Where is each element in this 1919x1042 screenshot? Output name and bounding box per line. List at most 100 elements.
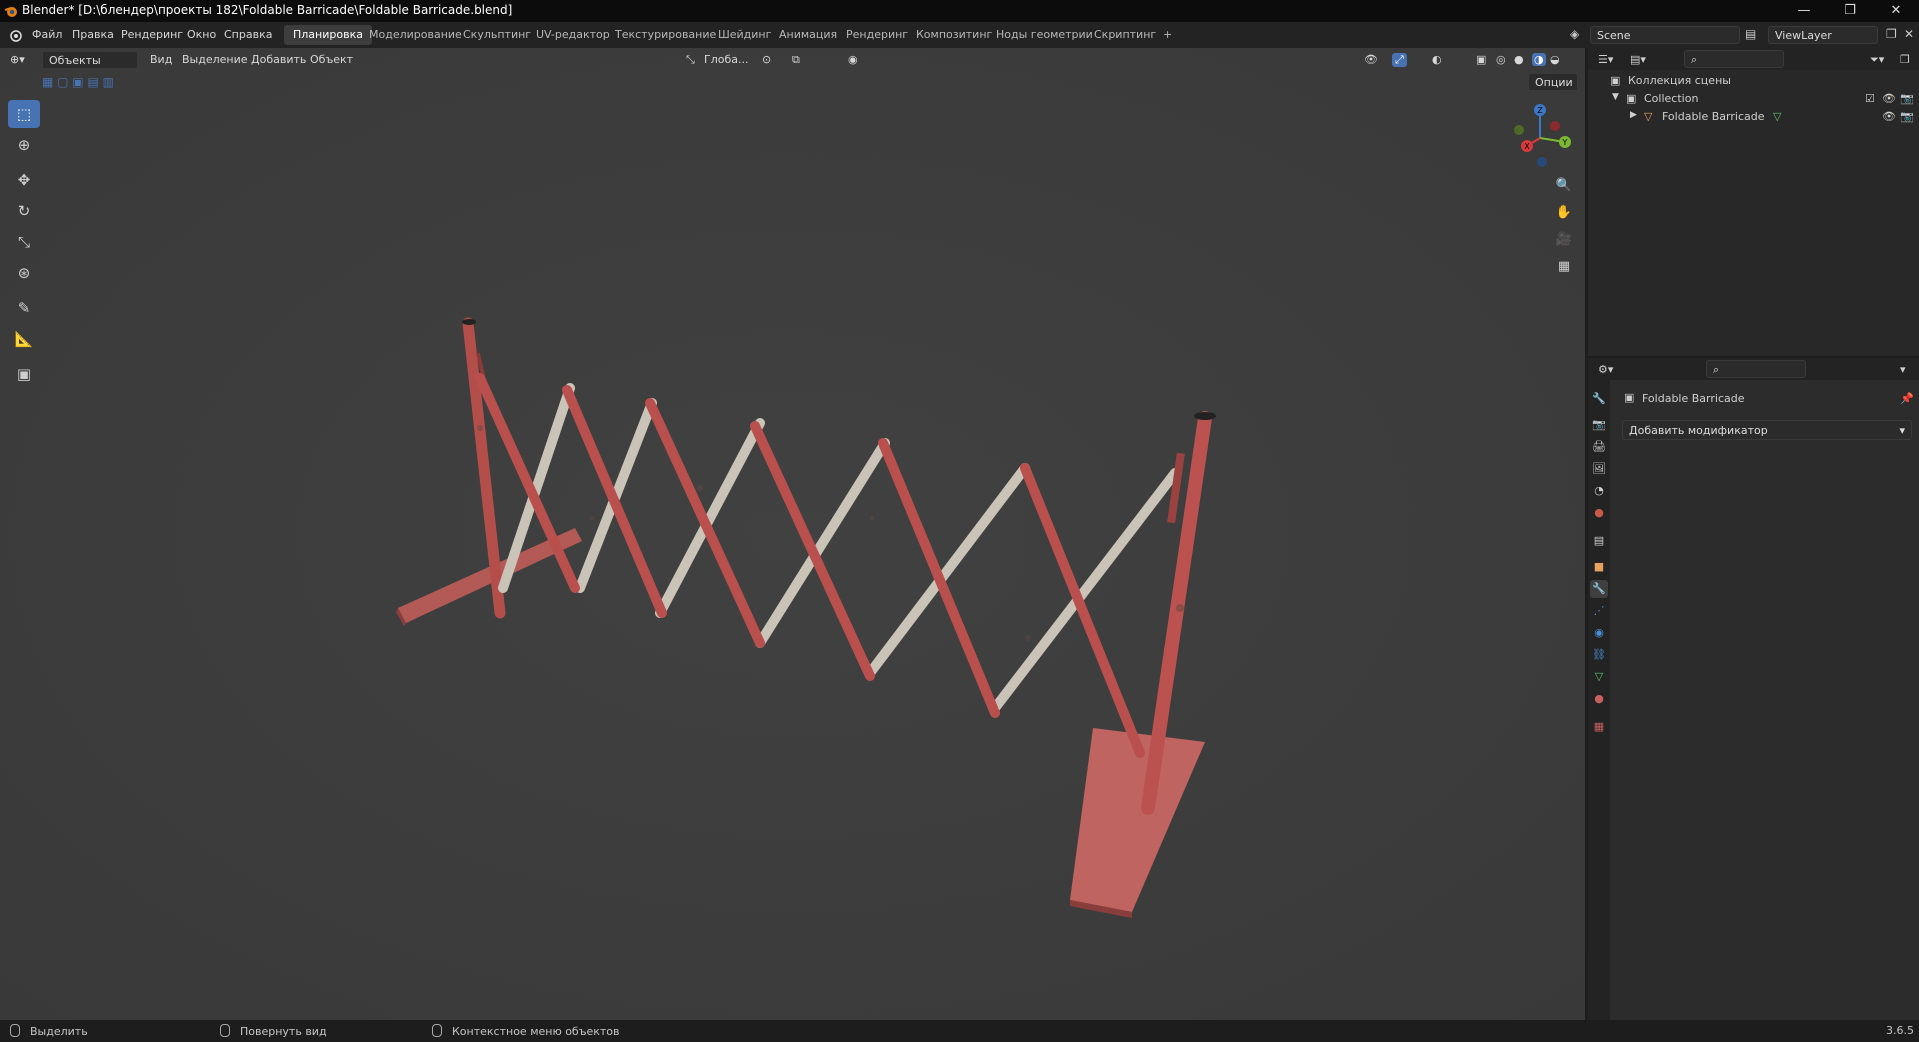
pan-hand-icon[interactable]: ✋ xyxy=(1553,202,1575,224)
menu-view[interactable]: Вид xyxy=(150,53,172,66)
menu-object[interactable]: Объект xyxy=(310,53,353,66)
mesh-object-icon: ▽ xyxy=(1644,110,1653,123)
menu-select[interactable]: Выделение xyxy=(182,53,248,66)
physics-tab-icon[interactable]: ◉ xyxy=(1590,624,1608,642)
cursor-tool-icon[interactable]: ⊕ xyxy=(8,131,40,159)
visibility-eye-icon[interactable]: 👁 xyxy=(1882,92,1896,105)
solid-shading-icon[interactable]: ● xyxy=(1514,53,1524,66)
modifier-tab-icon[interactable]: 🔧 xyxy=(1590,580,1608,598)
properties-tabs: 🔧 📷 🖨 🖼 ◔ ● ▤ ■ 🔧 ⋰ ◉ ⛓ ▽ ● ▦ xyxy=(1588,380,1610,1020)
options-dropdown[interactable]: Опции xyxy=(1528,73,1578,91)
pivot-icon[interactable]: ⊙ xyxy=(762,53,771,66)
tab-animation[interactable]: Анимация xyxy=(770,25,846,45)
material-shading-icon[interactable]: ◑ xyxy=(1532,53,1546,66)
visibility-icon[interactable]: 👁 xyxy=(1364,53,1378,66)
menu-window[interactable]: Окно xyxy=(187,28,216,41)
measure-tool-icon[interactable]: 📐 xyxy=(8,325,40,353)
constraints-tab-icon[interactable]: ⛓ xyxy=(1590,646,1608,664)
middle-mouse-icon xyxy=(220,1024,230,1037)
add-cube-tool-icon[interactable]: ▣ xyxy=(8,360,40,388)
outliner-root-row[interactable]: ▣ Коллекция сцены xyxy=(1588,72,1919,90)
outliner-search[interactable]: ⌕ xyxy=(1684,50,1784,68)
exclude-checkbox-icon[interactable]: ☑ xyxy=(1865,92,1875,105)
wireframe-shading-icon[interactable]: ◎ xyxy=(1496,53,1506,66)
status-bar: Выделить Повернуть вид Контекстное меню … xyxy=(0,1020,1919,1042)
render-camera-icon[interactable]: 📷 xyxy=(1900,92,1914,105)
menu-add[interactable]: Добавить xyxy=(251,53,306,66)
pin-icon[interactable]: 📌 xyxy=(1900,392,1914,405)
gizmo-toggle-icon[interactable]: ⤢ xyxy=(1392,53,1407,67)
menu-render[interactable]: Рендеринг xyxy=(121,28,183,41)
gizmo-neg-z-icon[interactable] xyxy=(1537,157,1547,167)
rotate-tool-icon[interactable]: ↻ xyxy=(8,197,40,225)
gizmo-neg-x-icon[interactable] xyxy=(1550,121,1560,131)
display-mode-icon[interactable]: ▤▾ xyxy=(1630,53,1646,66)
viewlayer-selector[interactable]: ViewLayer xyxy=(1768,26,1878,44)
object-visibility-eye-icon[interactable]: 👁 xyxy=(1882,110,1896,123)
transform-orientation-icon[interactable]: ⤡ xyxy=(686,53,695,67)
blender-menu-icon[interactable] xyxy=(8,28,22,42)
object-render-camera-icon[interactable]: 📷 xyxy=(1900,110,1914,123)
close-button[interactable]: ✕ xyxy=(1873,0,1919,22)
properties-search[interactable]: ⌕ xyxy=(1706,360,1806,378)
3d-viewport[interactable] xyxy=(0,48,1585,1020)
mode-selector[interactable]: Объекты xyxy=(42,51,138,69)
snap-icon[interactable]: ⧉ xyxy=(792,53,800,67)
tab-layout[interactable]: Планировка xyxy=(284,25,372,45)
rendered-shading-icon[interactable]: ◒ xyxy=(1550,53,1560,66)
collection-tab-icon[interactable]: ▤ xyxy=(1590,532,1608,550)
viewlayer-icon[interactable]: ▤ xyxy=(1745,27,1756,41)
material-tab-icon[interactable]: ● xyxy=(1590,690,1608,708)
maximize-button[interactable]: ❐ xyxy=(1827,0,1873,22)
object-tab-icon[interactable]: ■ xyxy=(1590,558,1608,576)
minimize-button[interactable]: — xyxy=(1781,0,1827,22)
gizmo-neg-y-icon[interactable] xyxy=(1514,125,1524,135)
tab-uv-editing[interactable]: UV-редактор xyxy=(527,25,619,45)
scale-tool-icon[interactable]: ⤡ xyxy=(8,228,40,256)
new-collection-icon[interactable]: ❐ xyxy=(1900,53,1910,66)
zoom-icon[interactable]: 🔍 xyxy=(1553,175,1575,197)
transform-orientation[interactable]: Глоба... xyxy=(704,53,748,66)
scene-icon[interactable]: ◈ xyxy=(1570,27,1579,41)
outliner-editor-icon[interactable]: ☰▾ xyxy=(1598,53,1613,66)
outliner-collection-row[interactable]: ▼ ▣ Collection ☑ 👁 📷 xyxy=(1588,90,1919,108)
scene-tab-icon[interactable]: ◔ xyxy=(1590,482,1608,500)
tab-rendering[interactable]: Рендеринг xyxy=(837,25,917,45)
transform-tool-icon[interactable]: ⊛ xyxy=(8,259,40,287)
data-tab-icon[interactable]: ▽ xyxy=(1590,668,1608,686)
select-box-mode-icons[interactable]: ▦ ▢ ▣ ▤ ▥ xyxy=(42,75,114,89)
filter-icon[interactable]: ⏷▾ xyxy=(1870,53,1884,67)
menu-file[interactable]: Файл xyxy=(32,28,62,41)
move-tool-icon[interactable]: ✥ xyxy=(8,166,40,194)
new-viewlayer-icon[interactable]: ❐ xyxy=(1886,27,1897,41)
navigation-gizmo[interactable]: Z Y X xyxy=(1505,100,1575,175)
tool-tab-icon[interactable]: 🔧 xyxy=(1590,390,1608,408)
texture-tab-icon[interactable]: ▦ xyxy=(1590,718,1608,736)
ortho-grid-icon[interactable]: ▦ xyxy=(1553,256,1575,278)
camera-view-icon[interactable]: 🎥 xyxy=(1553,229,1575,251)
outliner-object-row[interactable]: ▶ ▽ Foldable Barricade ▽ 👁 📷 xyxy=(1588,108,1919,126)
properties-options-icon[interactable]: ▾ xyxy=(1900,363,1906,376)
scene-selector[interactable]: Scene xyxy=(1590,26,1740,44)
proportional-edit-icon[interactable]: ◉ xyxy=(848,53,858,66)
world-tab-icon[interactable]: ● xyxy=(1590,504,1608,522)
add-workspace-button[interactable]: + xyxy=(1154,25,1181,45)
tab-texture-paint[interactable]: Текстурирование xyxy=(606,25,725,45)
expand-arrow-icon[interactable]: ▶ xyxy=(1630,110,1637,120)
collapse-arrow-icon[interactable]: ▼ xyxy=(1612,92,1619,102)
xray-icon[interactable]: ▣ xyxy=(1476,53,1486,66)
add-modifier-dropdown[interactable]: Добавить модификатор ▾ xyxy=(1622,420,1912,440)
particles-tab-icon[interactable]: ⋰ xyxy=(1590,602,1608,620)
editor-type-icon[interactable]: ⊕▾ xyxy=(10,53,25,66)
overlay-icon[interactable]: ◐ xyxy=(1432,53,1442,66)
annotate-tool-icon[interactable]: ✎ xyxy=(8,294,40,322)
output-tab-icon[interactable]: 🖨 xyxy=(1590,438,1608,456)
menu-edit[interactable]: Правка xyxy=(72,28,114,41)
view-layer-tab-icon[interactable]: 🖼 xyxy=(1590,460,1608,478)
menu-help[interactable]: Справка xyxy=(224,28,272,41)
select-box-tool-icon[interactable]: ⬚ xyxy=(8,100,40,128)
mesh-data-icon[interactable]: ▽ xyxy=(1773,110,1781,123)
remove-viewlayer-icon[interactable]: ✕ xyxy=(1904,27,1914,41)
properties-editor-icon[interactable]: ⚙▾ xyxy=(1598,363,1613,376)
render-tab-icon[interactable]: 📷 xyxy=(1590,416,1608,434)
